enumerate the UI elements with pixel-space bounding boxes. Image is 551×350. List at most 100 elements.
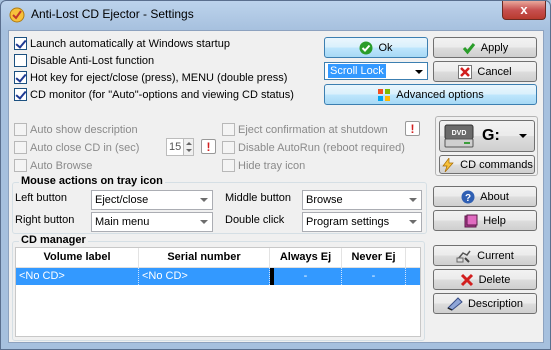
checkbox-box[interactable]	[222, 159, 235, 172]
close-window-button[interactable]: x	[502, 1, 546, 20]
auto-browse-label: Auto Browse	[30, 159, 93, 172]
svg-text:!: !	[207, 140, 211, 153]
column-volume-label[interactable]: Volume label	[16, 248, 139, 267]
dvd-label: DVD	[452, 130, 467, 137]
right-button-value: Main menu	[95, 216, 150, 228]
auto-browse-checkbox[interactable]: Auto Browse	[14, 159, 92, 172]
apply-label: Apply	[480, 41, 509, 54]
window-title: Anti-Lost CD Ejector - Settings	[31, 7, 194, 21]
column-serial-number[interactable]: Serial number	[139, 248, 270, 267]
info-icon[interactable]: !	[405, 121, 420, 136]
info-icon[interactable]: !	[201, 139, 216, 154]
double-click-value: Program settings	[306, 216, 390, 228]
eject-confirmation-label: Eject confirmation at shutdown	[238, 123, 388, 136]
launch-startup-label: Launch automatically at Windows startup	[30, 37, 230, 50]
hide-tray-icon-label: Hide tray icon	[238, 159, 306, 172]
checkbox-box[interactable]	[14, 88, 27, 101]
column-never-eject[interactable]: Never Ej	[342, 248, 406, 267]
help-button[interactable]: Help	[433, 210, 537, 231]
checkbox-box[interactable]	[222, 141, 235, 154]
close-seconds-value: 15	[169, 141, 182, 153]
advanced-options-label: Advanced options	[396, 88, 484, 101]
drive-selector[interactable]: DVD G:	[439, 120, 535, 152]
hide-tray-icon-checkbox[interactable]: Hide tray icon	[222, 159, 305, 172]
left-button-select[interactable]: Eject/close	[91, 190, 213, 210]
disable-antilost-checkbox[interactable]: Disable Anti-Lost function	[14, 54, 154, 67]
advanced-icon	[377, 88, 391, 102]
checkbox-box[interactable]	[14, 141, 27, 154]
cancel-icon	[458, 64, 473, 79]
checkbox-box[interactable]	[14, 159, 27, 172]
disable-autorun-label: Disable AutoRun (reboot required)	[238, 141, 405, 154]
delete-label: Delete	[478, 273, 511, 286]
middle-button-label: Middle button	[225, 192, 292, 204]
checkbox-box[interactable]	[222, 123, 235, 136]
table-row[interactable]: <No CD> <No CD> - -	[16, 268, 420, 285]
launch-startup-checkbox[interactable]: Launch automatically at Windows startup	[14, 37, 230, 50]
auto-show-description-label: Auto show description	[30, 123, 138, 136]
description-button[interactable]: Description	[433, 293, 537, 314]
chevron-down-icon	[409, 220, 417, 224]
checkbox-box[interactable]	[14, 54, 27, 67]
cd-manager-title: CD manager	[19, 234, 88, 246]
cell-always-eject: -	[270, 268, 342, 285]
disable-autorun-checkbox[interactable]: Disable AutoRun (reboot required)	[222, 141, 405, 154]
auto-show-description-checkbox[interactable]: Auto show description	[14, 123, 138, 136]
cancel-button[interactable]: Cancel	[433, 61, 537, 82]
double-click-select[interactable]: Program settings	[302, 212, 422, 232]
right-button-label: Right button	[15, 214, 75, 226]
left-button-value: Eject/close	[95, 194, 149, 206]
cell-volume: <No CD>	[16, 268, 139, 285]
cancel-label: Cancel	[477, 65, 512, 78]
about-button[interactable]: ? About	[433, 186, 537, 207]
column-always-eject[interactable]: Always Ej	[270, 248, 342, 267]
middle-button-select[interactable]: Browse	[302, 190, 422, 210]
current-button[interactable]: Current	[433, 245, 537, 266]
svg-text:?: ?	[465, 193, 471, 204]
hotkey-value: Scroll Lock	[328, 64, 386, 78]
column-splitter[interactable]	[270, 268, 274, 285]
right-button-select[interactable]: Main menu	[91, 212, 213, 232]
current-label: Current	[477, 249, 514, 262]
disable-antilost-label: Disable Anti-Lost function	[30, 54, 155, 67]
checkbox-box[interactable]	[14, 71, 27, 84]
app-icon	[9, 7, 25, 23]
advanced-options-button[interactable]: Advanced options	[324, 84, 537, 105]
cd-monitor-checkbox[interactable]: CD monitor (for "Auto"-options and viewi…	[14, 88, 294, 101]
about-icon: ?	[461, 190, 475, 204]
title-bar[interactable]: Anti-Lost CD Ejector - Settings x	[1, 1, 550, 29]
delete-button[interactable]: Delete	[433, 269, 537, 290]
help-label: Help	[483, 214, 506, 227]
close-seconds-spinner[interactable]: 15	[166, 138, 194, 156]
apply-button[interactable]: Apply	[433, 37, 537, 58]
hotkey-label: Hot key for eject/close (press), MENU (d…	[30, 71, 288, 84]
left-button-label: Left button	[15, 192, 67, 204]
check-icon	[462, 41, 476, 55]
dvd-drive-icon: DVD	[444, 123, 474, 149]
drive-letter: G:	[482, 127, 500, 144]
cd-monitor-label: CD monitor (for "Auto"-options and viewi…	[30, 88, 294, 101]
chevron-down-icon	[415, 70, 423, 74]
cd-commands-button[interactable]: CD commands	[439, 155, 535, 174]
ok-label: Ok	[378, 41, 393, 54]
cd-commands-label: CD commands	[460, 158, 533, 171]
hotkey-select[interactable]: Scroll Lock	[324, 62, 428, 80]
mouse-actions-title: Mouse actions on tray icon	[19, 175, 165, 187]
auto-close-cd-checkbox[interactable]: Auto close CD in (sec)	[14, 141, 139, 154]
description-icon	[447, 296, 463, 311]
settings-panel: Launch automatically at Windows startup …	[8, 30, 544, 343]
chevron-down-icon	[200, 220, 208, 224]
double-click-label: Double click	[225, 214, 285, 226]
description-label: Description	[467, 297, 524, 310]
ok-button[interactable]: Ok	[324, 37, 428, 58]
cell-serial: <No CD>	[139, 268, 270, 285]
eject-confirmation-checkbox[interactable]: Eject confirmation at shutdown	[222, 123, 388, 136]
checkbox-box[interactable]	[14, 123, 27, 136]
checkbox-box[interactable]	[14, 37, 27, 50]
chevron-down-icon	[409, 198, 417, 202]
hotkey-checkbox[interactable]: Hot key for eject/close (press), MENU (d…	[14, 71, 287, 84]
svg-text:!: !	[411, 122, 415, 135]
spinner-arrows-icon[interactable]	[183, 139, 193, 155]
chevron-down-icon	[519, 134, 527, 138]
current-icon	[456, 249, 472, 263]
